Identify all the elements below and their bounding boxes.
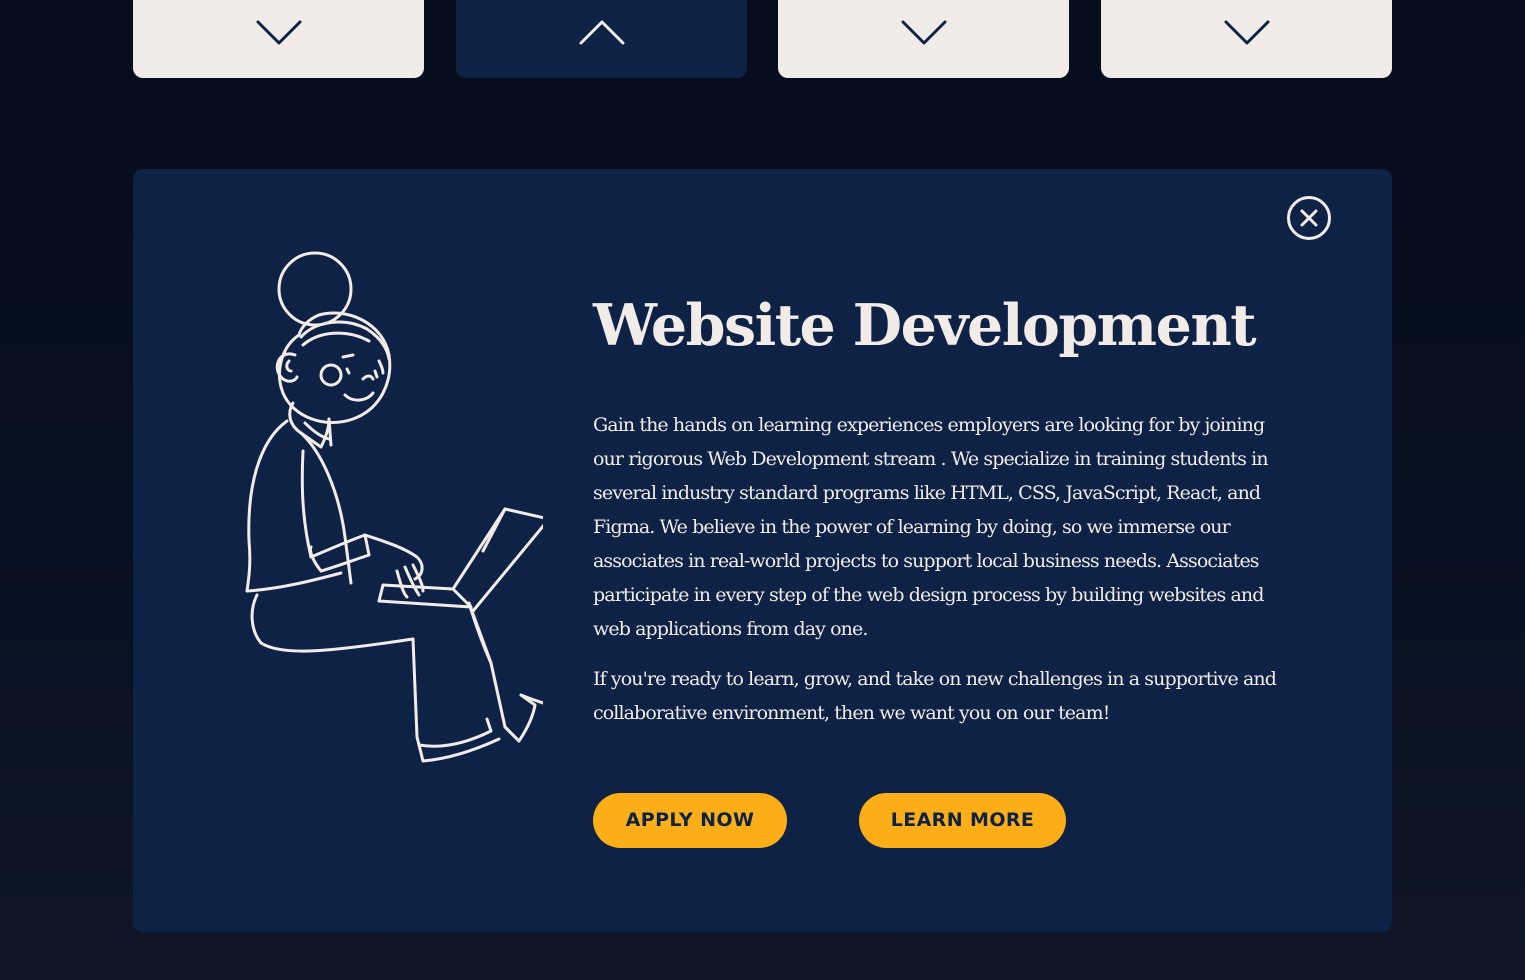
accordion-tab-4[interactable] bbox=[1101, 0, 1392, 78]
chevron-down-icon bbox=[256, 20, 301, 45]
chevron-down-icon bbox=[901, 20, 946, 45]
chevron-up-icon bbox=[579, 20, 624, 45]
accordion-tabs bbox=[133, 0, 1392, 78]
learn-more-button[interactable]: LEARN MORE bbox=[859, 793, 1066, 848]
apply-now-button[interactable]: APPLY NOW bbox=[593, 793, 787, 848]
accordion-tab-1[interactable] bbox=[133, 0, 424, 78]
page-title: Website Development bbox=[593, 292, 1257, 359]
description-paragraph-2: If you're ready to learn, grow, and take… bbox=[593, 668, 1277, 724]
chevron-down-icon bbox=[1224, 20, 1269, 45]
program-description: Website Development Gain the hands on le… bbox=[593, 289, 1293, 730]
person-with-laptop-illustration bbox=[245, 251, 543, 763]
accordion-tab-2[interactable] bbox=[456, 0, 747, 78]
program-detail-panel: Website Development Gain the hands on le… bbox=[133, 169, 1392, 932]
description-paragraph-1: Gain the hands on learning experiences e… bbox=[593, 414, 1269, 640]
close-icon[interactable] bbox=[1286, 195, 1332, 241]
accordion-tab-3[interactable] bbox=[778, 0, 1069, 78]
